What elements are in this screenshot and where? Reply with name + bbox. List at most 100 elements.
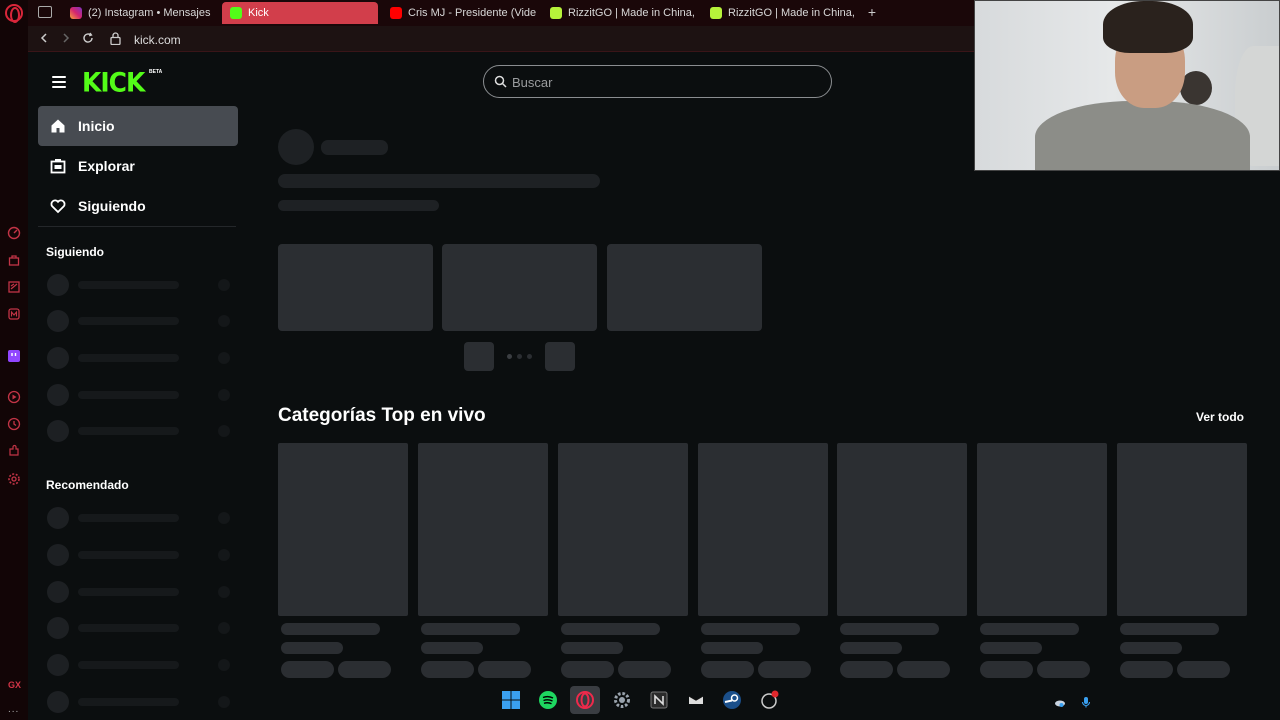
category-card[interactable] [837, 443, 967, 616]
new-tab-button[interactable]: + [864, 4, 880, 20]
category-card[interactable] [698, 443, 828, 616]
history-icon[interactable] [5, 415, 23, 433]
settings-icon[interactable] [5, 470, 23, 488]
skeleton-avatar [47, 384, 69, 406]
category-viewers-skeleton [980, 642, 1042, 654]
menu-icon[interactable] [52, 76, 66, 88]
skeleton-dot [218, 622, 230, 634]
player-icon[interactable] [5, 388, 23, 406]
tab-kick[interactable]: Kick [222, 2, 378, 24]
category-card[interactable] [558, 443, 688, 616]
category-tag-skeleton [281, 661, 334, 678]
category-name-skeleton [281, 623, 380, 635]
category-tag-skeleton [1037, 661, 1090, 678]
twitch-icon[interactable] [5, 347, 23, 365]
skeleton-avatar [47, 310, 69, 332]
address-bar: kick.com [28, 26, 974, 52]
discord-like-icon[interactable] [758, 689, 780, 711]
carousel-dot[interactable] [527, 354, 532, 359]
featured-name-skeleton [321, 140, 388, 155]
tab-rizzitgo-1[interactable]: RizzitGO | Made in China, [542, 2, 698, 24]
spotify-icon[interactable] [537, 689, 559, 711]
nav-label: Inicio [78, 118, 115, 134]
search-bar[interactable] [483, 65, 832, 98]
nav-explorar[interactable]: Explorar [38, 146, 238, 186]
notion-icon[interactable] [648, 689, 670, 711]
tab-bar: (2) Instagram • Mensajes Kick Cris MJ - … [28, 0, 974, 26]
skeleton-line [78, 391, 179, 399]
home-icon [51, 119, 65, 133]
opera-gx-taskbar-icon[interactable] [570, 686, 600, 714]
kick-logo[interactable]: KICK [82, 67, 145, 97]
tab-title: RizzitGO | Made in China, [728, 7, 855, 19]
carousel-card[interactable] [278, 244, 433, 331]
skeleton-dot [218, 549, 230, 561]
featured-title-skeleton [278, 174, 600, 188]
category-viewers-skeleton [1120, 642, 1182, 654]
skeleton-dot [218, 315, 230, 327]
category-tag-skeleton [758, 661, 811, 678]
webcam-hair [1103, 1, 1193, 53]
skeleton-line [78, 317, 179, 325]
carousel-next-button[interactable] [545, 342, 575, 371]
carousel-prev-button[interactable] [464, 342, 494, 371]
webcam-overlay [974, 0, 1280, 171]
carousel-dot[interactable] [507, 354, 512, 359]
tab-menu-icon[interactable] [38, 6, 52, 18]
epic-games-icon[interactable] [685, 689, 707, 711]
steam-icon[interactable] [721, 689, 743, 711]
settings-taskbar-icon[interactable] [611, 689, 633, 711]
nav-label: Explorar [78, 158, 135, 174]
speed-dial-icon[interactable] [5, 224, 23, 242]
category-card[interactable] [418, 443, 548, 616]
news-icon[interactable] [5, 278, 23, 296]
nav-inicio[interactable]: Inicio [38, 106, 238, 146]
nav-siguiendo[interactable]: Siguiendo [38, 186, 238, 226]
category-card[interactable] [977, 443, 1107, 616]
category-card[interactable] [1117, 443, 1247, 616]
rizzitgo-icon [710, 7, 722, 19]
back-button[interactable] [36, 31, 52, 47]
search-input[interactable] [512, 74, 812, 90]
skeleton-avatar [47, 581, 69, 603]
forward-button[interactable] [58, 31, 74, 47]
windows-start-icon[interactable] [500, 689, 522, 711]
beta-badge: BETA [149, 69, 163, 75]
onedrive-icon[interactable] [1054, 695, 1066, 707]
featured-avatar-skeleton [278, 129, 314, 165]
messenger-icon[interactable] [5, 305, 23, 323]
skeleton-line [78, 427, 179, 435]
category-card[interactable] [278, 443, 408, 616]
opera-logo-icon[interactable] [5, 4, 23, 23]
skeleton-avatar [47, 274, 69, 296]
extensions-icon[interactable] [5, 442, 23, 460]
tab-youtube[interactable]: Cris MJ - Presidente (Vide [382, 2, 538, 24]
carousel-dot[interactable] [517, 354, 522, 359]
skeleton-dot [218, 425, 230, 437]
tab-instagram[interactable]: (2) Instagram • Mensajes [62, 2, 218, 24]
url-field[interactable]: kick.com [134, 33, 181, 47]
skeleton-dot [218, 352, 230, 364]
category-name-skeleton [1120, 623, 1219, 635]
skeleton-line [78, 281, 179, 289]
carousel-card[interactable] [607, 244, 762, 331]
category-name-skeleton [840, 623, 939, 635]
carousel-card[interactable] [442, 244, 597, 331]
search-icon [494, 75, 507, 88]
heart-icon [50, 199, 66, 214]
sidebar-divider [38, 226, 236, 227]
lock-icon[interactable] [110, 32, 121, 45]
microphone-icon[interactable] [1080, 695, 1092, 708]
tab-rizzitgo-2[interactable]: RizzitGO | Made in China, [702, 2, 858, 24]
category-tag-skeleton [840, 661, 893, 678]
reload-button[interactable] [80, 31, 96, 47]
category-viewers-skeleton [840, 642, 902, 654]
category-tag-skeleton [701, 661, 754, 678]
bag-icon[interactable] [5, 251, 23, 269]
skeleton-avatar [47, 617, 69, 639]
skeleton-dot [218, 659, 230, 671]
skeleton-line [78, 354, 179, 362]
categories-title: Categorías Top en vivo [278, 405, 486, 426]
category-tag-skeleton [421, 661, 474, 678]
see-all-link[interactable]: Ver todo [1196, 410, 1244, 424]
